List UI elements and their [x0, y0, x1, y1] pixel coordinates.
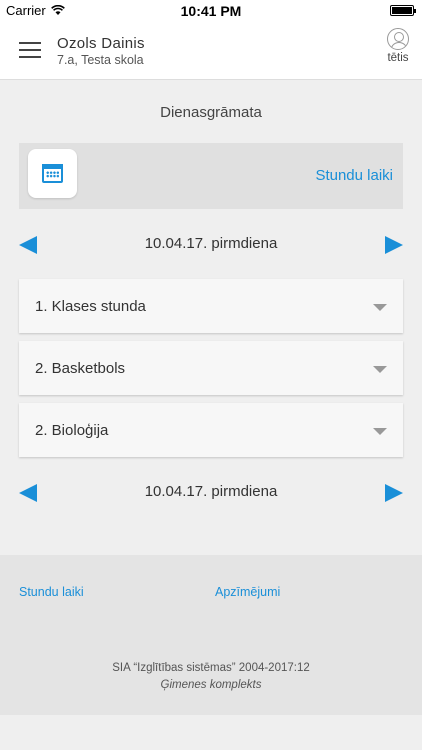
- lesson-item[interactable]: 1. Klases stunda: [19, 279, 403, 333]
- page-title: Dienasgrāmata: [160, 104, 262, 121]
- battery-icon: [390, 5, 416, 16]
- status-right: [390, 5, 416, 16]
- date-label-bottom: 10.04.17. pirmdiena: [144, 483, 278, 500]
- calendar-icon: [42, 164, 63, 183]
- lesson-item[interactable]: 2. Bioloģija: [19, 403, 403, 457]
- lesson-label: 2. Bioloģija: [35, 422, 109, 439]
- status-time: 10:41 PM: [180, 3, 242, 19]
- avatar-icon: [387, 28, 409, 50]
- profile-label: tētis: [387, 52, 409, 64]
- chevron-down-icon: [373, 304, 387, 311]
- lesson-label: 2. Basketbols: [35, 360, 126, 377]
- arrow-right-icon[interactable]: [385, 236, 403, 254]
- footer-copyright: SIA “Izglītības sistēmas” 2004-2017:12: [112, 662, 310, 674]
- user-name: Ozols Dainis: [57, 35, 145, 52]
- chevron-down-icon: [373, 366, 387, 373]
- date-nav-bottom: 10.04.17. pirmdiena: [0, 480, 422, 504]
- arrow-right-icon[interactable]: [385, 484, 403, 502]
- footer-subtitle: Ģimenes komplekts: [160, 679, 262, 691]
- calendar-button[interactable]: [28, 149, 77, 198]
- date-label-top: 10.04.17. pirmdiena: [144, 235, 278, 252]
- chevron-down-icon: [373, 428, 387, 435]
- app-header: Ozols Dainis 7.a, Testa skola tētis: [0, 22, 422, 80]
- lesson-label: 1. Klases stunda: [35, 298, 146, 315]
- footer: Stundu laiki Apzīmējumi SIA “Izglītības …: [0, 555, 422, 715]
- schedule-bar: Stundu laiki: [19, 143, 403, 209]
- schedule-times-link[interactable]: Stundu laiki: [315, 167, 393, 184]
- footer-legend-link[interactable]: Apzīmējumi: [215, 585, 280, 599]
- lesson-item[interactable]: 2. Basketbols: [19, 341, 403, 395]
- footer-schedule-link[interactable]: Stundu laiki: [19, 585, 84, 599]
- status-bar: Carrier 10:41 PM: [0, 0, 422, 22]
- profile-button[interactable]: tētis: [382, 28, 414, 64]
- menu-icon[interactable]: [19, 42, 41, 58]
- user-class: 7.a, Testa skola: [57, 53, 144, 67]
- bottom-strip: [0, 715, 422, 750]
- date-nav-top: 10.04.17. pirmdiena: [0, 232, 422, 256]
